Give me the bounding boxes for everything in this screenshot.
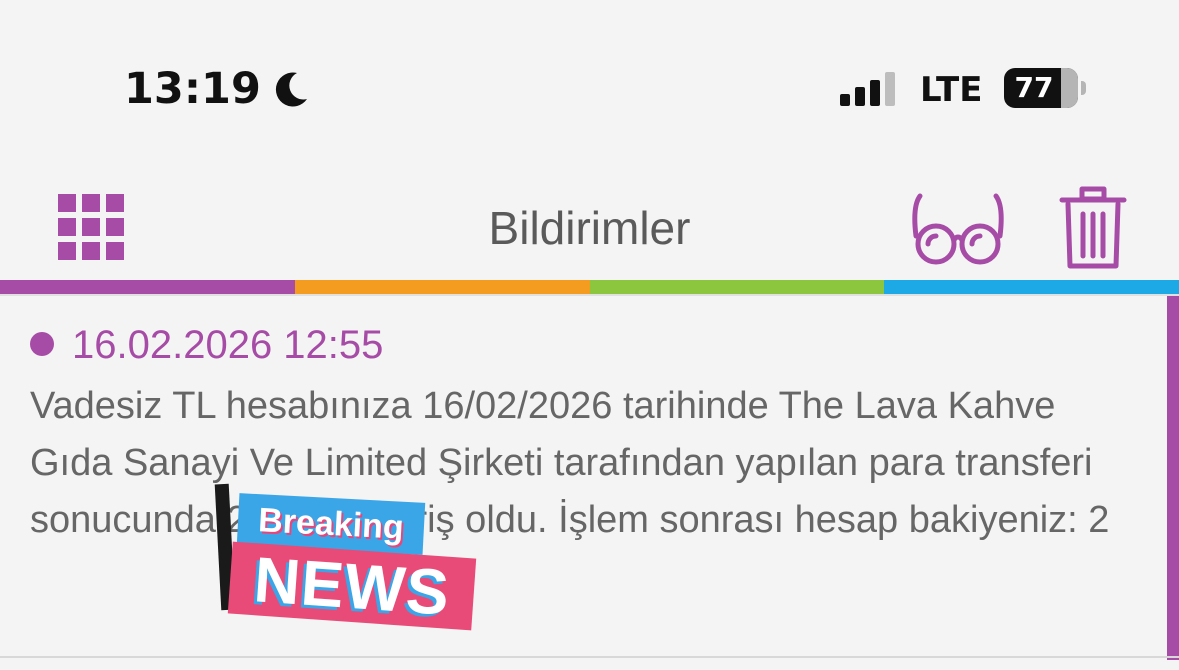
trash-icon[interactable] — [1058, 186, 1128, 270]
glasses-icon[interactable] — [910, 190, 1006, 268]
notification-item[interactable]: 16.02.2026 12:55 Vadesiz TL hesabınıza 1… — [0, 294, 1179, 660]
nav-bar: Bildirimler — [0, 170, 1179, 280]
moon-icon — [275, 72, 307, 107]
stripe-segment-purple — [0, 280, 295, 294]
list-divider — [0, 656, 1179, 658]
battery-percent: 77 — [1014, 71, 1054, 104]
breaking-news-sticker: Breaking NEWS — [214, 483, 478, 632]
color-stripe — [0, 280, 1179, 294]
battery-icon: 77 — [1004, 68, 1086, 108]
status-bar: 13:19 LTE 77 — [0, 0, 1179, 170]
notifications-screen: 13:19 LTE 77 Bildirimler 16.02.2026 12:5… — [0, 0, 1179, 670]
status-time: 13:19 — [124, 64, 261, 114]
stripe-segment-blue — [884, 280, 1179, 294]
network-type: LTE — [920, 70, 983, 110]
clock: 13:19 — [124, 62, 311, 116]
notification-date: 16.02.2026 12:55 — [72, 323, 384, 367]
notification-body: Vadesiz TL hesabınıza 16/02/2026 tarihin… — [30, 385, 1110, 541]
sticker-news-label: NEWS — [227, 541, 477, 631]
signal-icon — [840, 72, 895, 106]
stripe-segment-orange — [294, 280, 590, 294]
unread-dot-icon — [30, 332, 54, 356]
notification-accent-bar — [1167, 296, 1179, 660]
stripe-segment-green — [589, 280, 885, 294]
